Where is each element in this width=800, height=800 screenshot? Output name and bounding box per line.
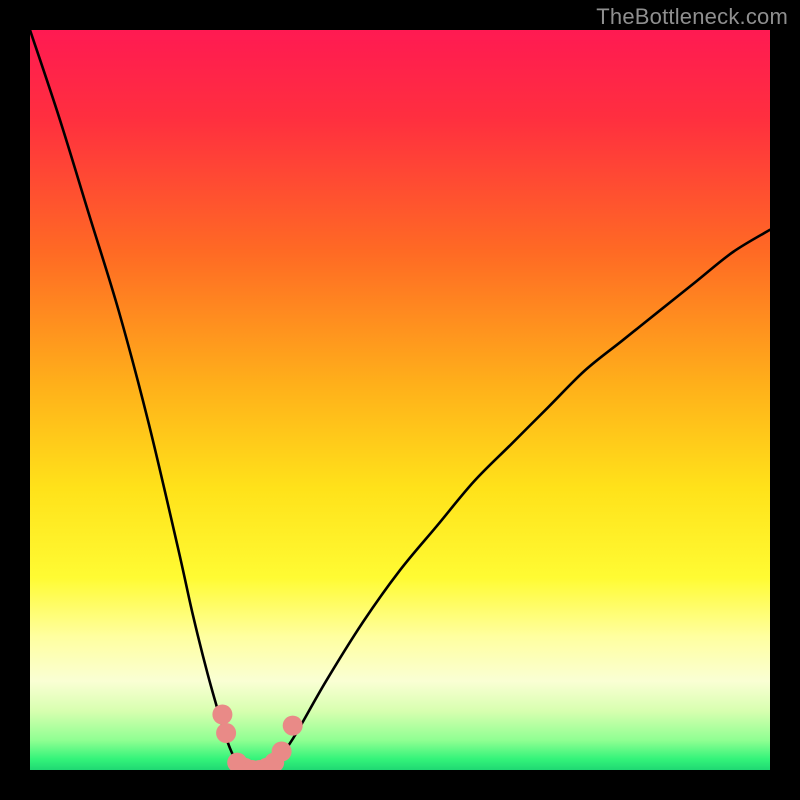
curve-layer bbox=[30, 30, 770, 770]
plot-area bbox=[30, 30, 770, 770]
chart-frame: TheBottleneck.com bbox=[0, 0, 800, 800]
watermark-text: TheBottleneck.com bbox=[596, 4, 788, 30]
curve-marker bbox=[283, 716, 303, 736]
curve-marker bbox=[216, 723, 236, 743]
curve-marker bbox=[272, 742, 292, 762]
bottleneck-curve bbox=[30, 30, 770, 770]
curve-markers bbox=[212, 705, 302, 771]
curve-marker bbox=[212, 705, 232, 725]
